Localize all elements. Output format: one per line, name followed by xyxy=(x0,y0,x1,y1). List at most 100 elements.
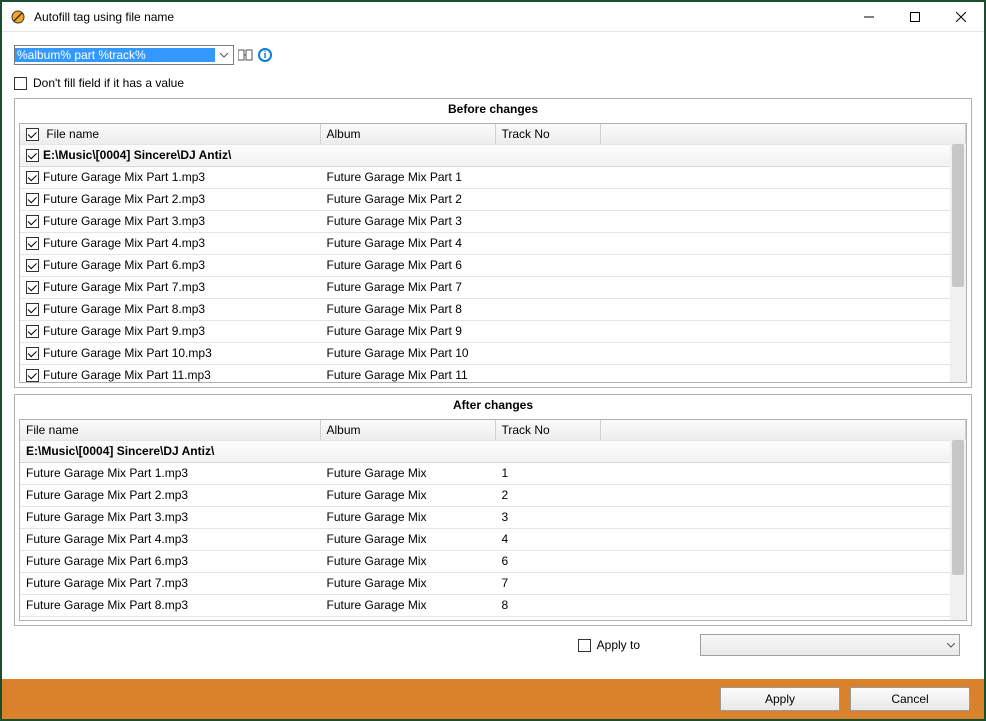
pattern-row: i xyxy=(14,44,972,66)
cell-track xyxy=(495,298,600,320)
row-checkbox[interactable] xyxy=(26,303,39,316)
applyto-checkbox[interactable] xyxy=(578,639,591,652)
row-checkbox[interactable] xyxy=(26,259,39,272)
table-row[interactable]: Future Garage Mix Part 4.mp3Future Garag… xyxy=(20,232,966,254)
table-row[interactable]: Future Garage Mix Part 10.mp3Future Gara… xyxy=(20,342,966,364)
cell-file: Future Garage Mix Part 4.mp3 xyxy=(20,528,320,550)
before-scrollbar[interactable] xyxy=(950,144,966,382)
dont-fill-checkbox[interactable] xyxy=(14,77,27,90)
row-checkbox[interactable] xyxy=(26,215,39,228)
row-checkbox[interactable] xyxy=(26,325,39,338)
cell-album: Future Garage Mix xyxy=(320,572,495,594)
cell-album: Future Garage Mix xyxy=(320,506,495,528)
cell-album: Future Garage Mix xyxy=(320,528,495,550)
applyto-combobox[interactable] xyxy=(700,634,960,656)
after-grid-container: File name Album Track No E:\Music\[0004]… xyxy=(19,419,967,621)
cell-file: Future Garage Mix Part 1.mp3 xyxy=(20,462,320,484)
before-selectall-checkbox[interactable] xyxy=(26,128,39,141)
cell-album: Future Garage Mix xyxy=(320,550,495,572)
row-checkbox[interactable] xyxy=(26,237,39,250)
maximize-button[interactable] xyxy=(892,2,938,32)
table-row[interactable]: Future Garage Mix Part 2.mp3Future Garag… xyxy=(20,484,966,506)
table-row[interactable]: Future Garage Mix Part 7.mp3Future Garag… xyxy=(20,276,966,298)
dont-fill-label: Don't fill field if it has a value xyxy=(33,76,184,90)
before-col-album[interactable]: Album xyxy=(320,124,495,144)
cell-file: Future Garage Mix Part 6.mp3 xyxy=(43,258,205,272)
apply-button[interactable]: Apply xyxy=(720,687,840,711)
after-grid: File name Album Track No E:\Music\[0004]… xyxy=(20,420,966,617)
before-group-checkbox[interactable] xyxy=(26,149,39,162)
cancel-button[interactable]: Cancel xyxy=(850,687,970,711)
after-group-label: E:\Music\[0004] Sincere\DJ Antiz\ xyxy=(20,440,966,462)
row-checkbox[interactable] xyxy=(26,193,39,206)
info-icon[interactable]: i xyxy=(256,46,274,64)
cell-album: Future Garage Mix Part 7 xyxy=(320,276,495,298)
applyto-label: Apply to xyxy=(597,638,640,652)
cell-album: Future Garage Mix Part 1 xyxy=(320,166,495,188)
close-button[interactable] xyxy=(938,2,984,32)
before-panel-title: Before changes xyxy=(15,99,971,119)
table-row[interactable]: Future Garage Mix Part 3.mp3Future Garag… xyxy=(20,210,966,232)
cell-track xyxy=(495,210,600,232)
after-panel: After changes File name Album Track No xyxy=(14,394,972,626)
before-col-spare xyxy=(600,124,966,144)
after-col-spare xyxy=(600,420,966,440)
applyto-row: Apply to xyxy=(14,626,972,664)
after-col-track[interactable]: Track No xyxy=(495,420,600,440)
cell-album: Future Garage Mix Part 3 xyxy=(320,210,495,232)
cell-file: Future Garage Mix Part 8.mp3 xyxy=(43,302,205,316)
dont-fill-row: Don't fill field if it has a value xyxy=(14,74,972,92)
chevron-down-icon xyxy=(947,643,955,648)
cell-album: Future Garage Mix Part 2 xyxy=(320,188,495,210)
cell-file: Future Garage Mix Part 11.mp3 xyxy=(43,368,211,382)
table-row[interactable]: Future Garage Mix Part 6.mp3Future Garag… xyxy=(20,254,966,276)
cell-track xyxy=(495,364,600,383)
after-col-file[interactable]: File name xyxy=(20,420,320,440)
pattern-combobox[interactable] xyxy=(14,45,234,65)
before-panel: Before changes File name Album Tra xyxy=(14,98,972,388)
row-checkbox[interactable] xyxy=(26,281,39,294)
before-group-label: E:\Music\[0004] Sincere\DJ Antiz\ xyxy=(43,148,231,162)
table-row[interactable]: Future Garage Mix Part 8.mp3 Future Garag… xyxy=(20,298,966,320)
cell-file: Future Garage Mix Part 2.mp3 xyxy=(43,192,205,206)
table-row[interactable]: Future Garage Mix Part 1.mp3 Future Garag… xyxy=(20,166,966,188)
table-row[interactable]: Future Garage Mix Part 7.mp3Future Garag… xyxy=(20,572,966,594)
cell-file: Future Garage Mix Part 2.mp3 xyxy=(20,484,320,506)
cell-file: Future Garage Mix Part 9.mp3 xyxy=(43,324,205,338)
table-row[interactable]: Future Garage Mix Part 3.mp3Future Garag… xyxy=(20,506,966,528)
window-title: Autofill tag using file name xyxy=(34,10,174,24)
row-checkbox[interactable] xyxy=(26,369,39,382)
row-checkbox[interactable] xyxy=(26,171,39,184)
table-row[interactable]: Future Garage Mix Part 4.mp3Future Garag… xyxy=(20,528,966,550)
minimize-button[interactable] xyxy=(846,2,892,32)
table-row[interactable]: Future Garage Mix Part 9.mp3Future Garag… xyxy=(20,320,966,342)
cell-album: Future Garage Mix xyxy=(320,594,495,616)
after-group-row[interactable]: E:\Music\[0004] Sincere\DJ Antiz\ xyxy=(20,440,966,462)
after-col-album[interactable]: Album xyxy=(320,420,495,440)
table-row[interactable]: Future Garage Mix Part 2.mp3 Future Garag… xyxy=(20,188,966,210)
table-row[interactable]: Future Garage Mix Part 8.mp3Future Garag… xyxy=(20,594,966,616)
before-group-row[interactable]: E:\Music\[0004] Sincere\DJ Antiz\ xyxy=(20,144,966,166)
before-col-file[interactable]: File name xyxy=(20,124,320,144)
cell-file: Future Garage Mix Part 1.mp3 xyxy=(43,170,205,184)
cell-file: Future Garage Mix Part 6.mp3 xyxy=(20,550,320,572)
cell-file: Future Garage Mix Part 4.mp3 xyxy=(43,236,205,250)
cell-track: 8 xyxy=(495,594,600,616)
pattern-input[interactable] xyxy=(15,48,215,62)
before-scrollbar-thumb[interactable] xyxy=(952,144,964,287)
pattern-wizard-icon[interactable] xyxy=(236,46,254,64)
cell-track: 6 xyxy=(495,550,600,572)
cell-file: Future Garage Mix Part 7.mp3 xyxy=(20,572,320,594)
cell-album: Future Garage Mix xyxy=(320,462,495,484)
cell-track: 4 xyxy=(495,528,600,550)
table-row[interactable]: Future Garage Mix Part 11.mp3Future Gara… xyxy=(20,364,966,383)
cell-album: Future Garage Mix Part 8 xyxy=(320,298,495,320)
row-checkbox[interactable] xyxy=(26,347,39,360)
cell-track xyxy=(495,342,600,364)
before-col-track[interactable]: Track No xyxy=(495,124,600,144)
pattern-dropdown-button[interactable] xyxy=(215,46,233,64)
table-row[interactable]: Future Garage Mix Part 1.mp3Future Garag… xyxy=(20,462,966,484)
table-row[interactable]: Future Garage Mix Part 6.mp3Future Garag… xyxy=(20,550,966,572)
after-scrollbar-thumb[interactable] xyxy=(952,440,964,575)
after-scrollbar[interactable] xyxy=(950,440,966,620)
